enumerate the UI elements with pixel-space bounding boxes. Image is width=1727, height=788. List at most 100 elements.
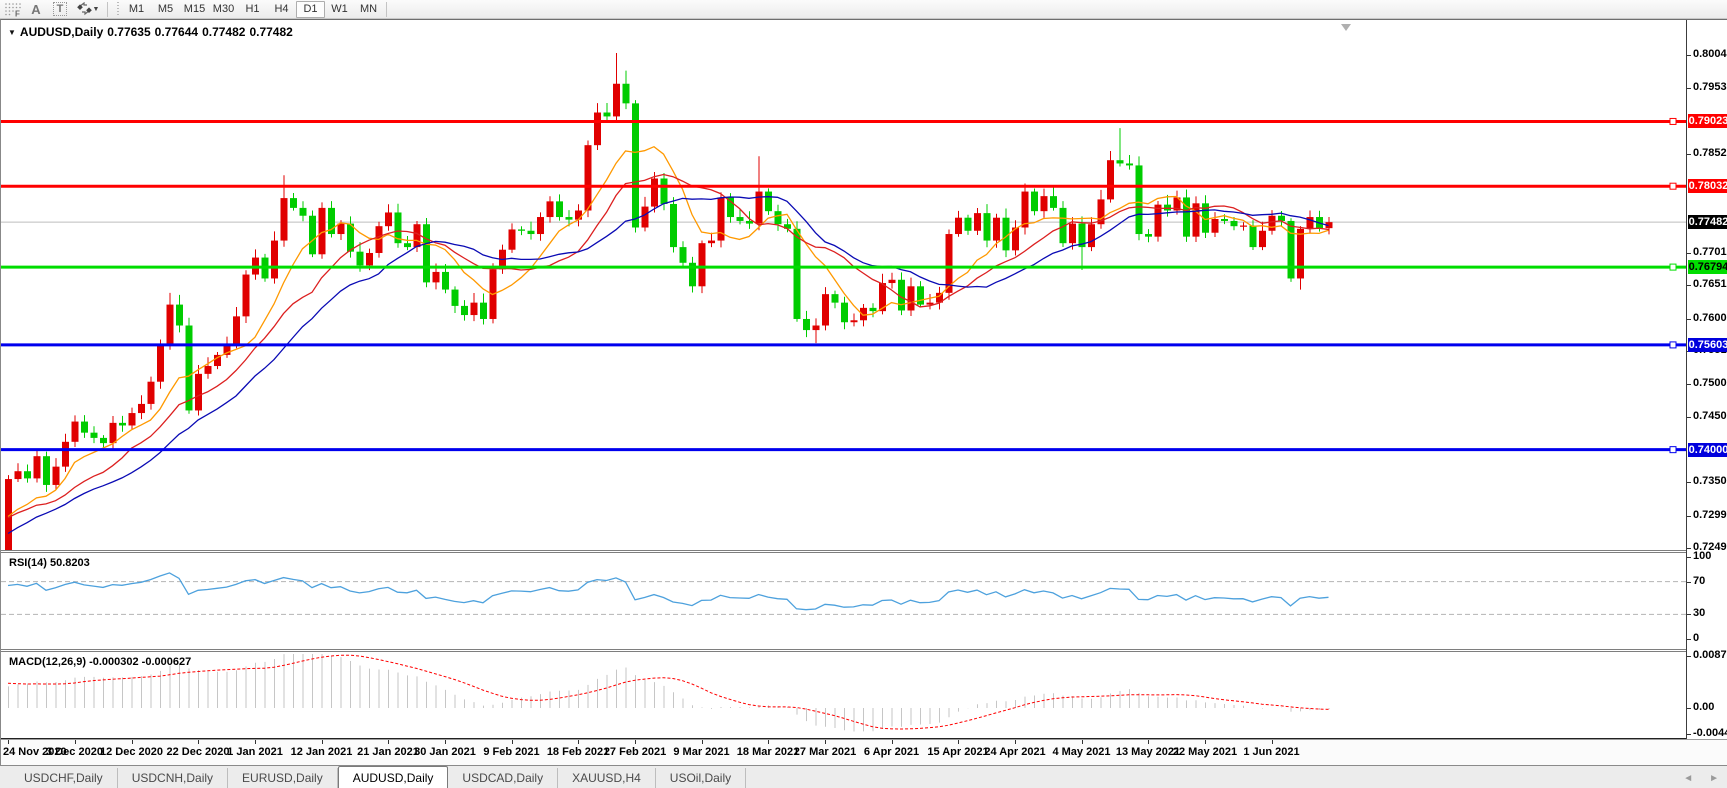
date-label: 15 Apr 2021 [927,746,988,758]
date-tick [1015,740,1016,744]
arrange-arrows-icon[interactable]: ▼ [72,1,104,18]
price-tick [1687,417,1691,418]
price-tick [1687,55,1691,56]
date-label: 9 Feb 2021 [483,746,539,758]
date-tick [1272,740,1273,744]
price-tick-label: 0.80040 [1693,48,1727,60]
date-label: 1 Jun 2021 [1243,746,1299,758]
timeframe-button-d1[interactable]: D1 [296,1,325,18]
date-tick [1148,740,1149,744]
macd-tick-label: 0.00 [1693,701,1714,713]
macd-tick-label: 0.008782 [1693,649,1727,661]
timeframe-button-h4[interactable]: H4 [267,1,296,18]
tab-scroll-left-icon[interactable]: ◄ [1683,773,1693,784]
macd-tick [1687,734,1691,735]
date-tick [702,740,703,744]
price-tick [1687,548,1691,549]
macd-tick [1687,656,1691,657]
price-tick-label: 0.77010 [1693,246,1727,258]
time-axis[interactable]: 24 Nov 20203 Dec 202012 Dec 202022 Dec 2… [1,739,1727,766]
timeframe-button-m1[interactable]: M1 [122,1,151,18]
price-tick-label: 0.78525 [1693,147,1727,159]
date-label: 12 Dec 2020 [100,746,163,758]
rsi-line [8,573,1329,610]
timeframe-button-m5[interactable]: M5 [151,1,180,18]
hline-price-badge: 0.74000 [1688,443,1727,457]
rsi-tick [1687,582,1691,583]
timeframe-button-h1[interactable]: H1 [238,1,267,18]
price-tick [1687,253,1691,254]
date-tick [1082,740,1083,744]
date-tick [1205,740,1206,744]
rsi-tick-label: 30 [1693,607,1705,619]
date-tick [892,740,893,744]
date-tick [958,740,959,744]
price-tick [1687,516,1691,517]
price-tick [1687,384,1691,385]
chart-tab-audusd[interactable]: AUDUSD,Daily [338,766,449,788]
toolbar-separator [107,2,108,17]
macd-histogram [9,654,1330,732]
fibo-grid-icon[interactable]: F [0,1,24,18]
chart-tab-usdchf[interactable]: USDCHF,Daily [10,768,118,788]
toolbar: F A T ▼ M1M5M15M30H1H4D1W1MN [0,0,1727,19]
date-tick [388,740,389,744]
price-tick-label: 0.76515 [1693,278,1727,290]
rsi-tick-label: 100 [1693,550,1711,562]
toolbar-grip[interactable] [115,2,120,17]
rsi-canvas[interactable] [1,553,1686,649]
date-label: 21 Jan 2021 [357,746,419,758]
text-annotation-icon[interactable]: A [24,1,48,18]
metatrader-window: F A T ▼ M1M5M15M30H1H4D1W1MN ▼ AUDUSD,Da… [0,0,1727,788]
dropdown-caret-icon[interactable]: ▼ [93,6,100,13]
date-tick [635,740,636,744]
hline-price-badge: 0.78032 [1688,179,1727,193]
rsi-indicator-label: RSI(14) 50.8203 [9,557,90,569]
timeframe-buttons: M1M5M15M30H1H4D1W1MN [122,1,383,18]
chart-tabs: USDCHF,DailyUSDCNH,DailyEURUSD,DailyAUDU… [0,765,746,788]
date-tick [512,740,513,744]
symbol-dropdown-icon[interactable]: ▼ [8,28,16,37]
chart-tab-usoil[interactable]: USOil,Daily [656,768,746,788]
chart-tab-eurusd[interactable]: EURUSD,Daily [228,768,338,788]
hline-price-badge: 0.75603 [1688,338,1727,352]
ohlc-close: 0.77482 [249,25,292,39]
rsi-tick [1687,639,1691,640]
date-label: 27 Feb 2021 [604,746,666,758]
date-label: 22 Dec 2020 [167,746,230,758]
current-price-badge: 0.77482 [1688,215,1727,229]
date-tick [8,740,9,744]
chart-tabs-bar: USDCHF,DailyUSDCNH,DailyEURUSD,DailyAUDU… [0,765,1727,788]
chart-tab-xauusd[interactable]: XAUUSD,H4 [558,768,656,788]
macd-canvas[interactable] [1,652,1686,738]
date-label: 24 Apr 2021 [984,746,1045,758]
timeframe-button-mn[interactable]: MN [354,1,383,18]
price-tick-label: 0.72990 [1693,509,1727,521]
price-tick [1687,285,1691,286]
timeframe-button-w1[interactable]: W1 [325,1,354,18]
date-tick [578,740,579,744]
date-label: 12 Jan 2021 [291,746,353,758]
timeframe-button-m30[interactable]: M30 [209,1,238,18]
date-label: 22 May 2021 [1173,746,1237,758]
macd-signal-line [8,655,1329,729]
textbox-icon[interactable]: T [48,1,72,18]
chart-tab-usdcnh[interactable]: USDCNH,Daily [118,768,228,788]
date-label: 18 Mar 2021 [737,746,799,758]
date-label: 13 May 2021 [1116,746,1180,758]
price-chart-canvas[interactable] [1,21,1686,550]
chart-title: ▼ AUDUSD,Daily 0.77635 0.77644 0.77482 0… [8,25,293,39]
candles [5,53,1333,550]
price-axis[interactable]: 0.800400.795300.785250.770100.765150.760… [1686,20,1727,739]
rsi-tick-label: 0 [1693,632,1699,644]
tab-scroll-right-icon[interactable]: ► [1709,773,1719,784]
timeframe-button-m15[interactable]: M15 [180,1,209,18]
tab-scroll-controls: ◄ ► [1683,773,1719,784]
date-tick [255,740,256,744]
date-tick [322,740,323,744]
hline-price-badge: 0.76794 [1688,260,1727,274]
date-label: 3 Dec 2020 [46,746,103,758]
price-tick [1687,482,1691,483]
chart-tab-usdcad[interactable]: USDCAD,Daily [448,768,558,788]
price-tick [1687,88,1691,89]
